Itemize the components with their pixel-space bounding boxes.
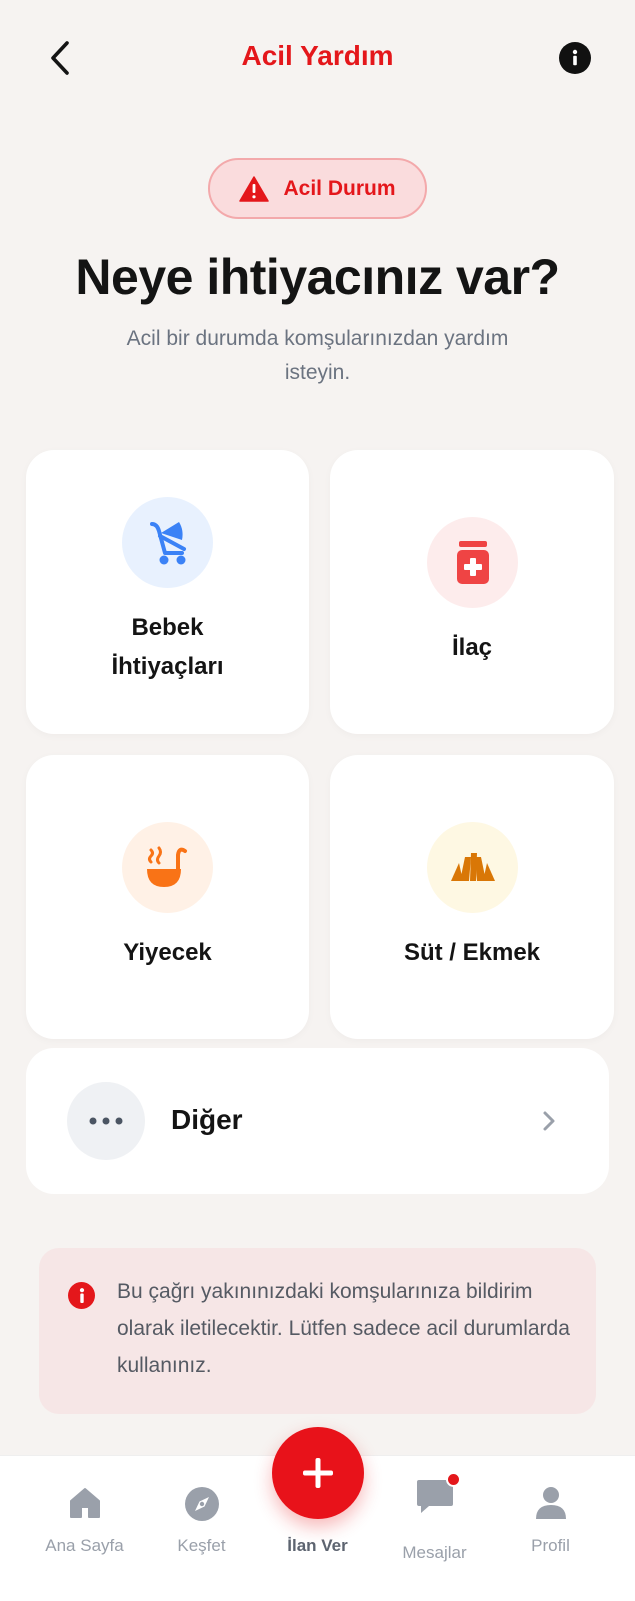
compass-icon bbox=[184, 1487, 219, 1521]
badge-label: Acil Durum bbox=[283, 176, 396, 200]
top-bar: Acil Yardım bbox=[0, 0, 635, 120]
food-icon-circle bbox=[122, 822, 213, 913]
info-button[interactable] bbox=[559, 42, 591, 74]
tab-label: Keşfet bbox=[177, 1536, 226, 1555]
notice-text: Bu çağrı yakınınızdaki komşularınıza bil… bbox=[117, 1280, 570, 1377]
bread-icon-circle bbox=[427, 822, 518, 913]
tab-label: Ana Sayfa bbox=[45, 1536, 124, 1555]
category-label: Yiyecek bbox=[123, 939, 212, 966]
tab-home[interactable]: Ana Sayfa bbox=[21, 1456, 148, 1601]
info-icon bbox=[572, 49, 578, 66]
tab-label: İlan Ver bbox=[287, 1536, 348, 1555]
plus-icon bbox=[303, 1458, 333, 1488]
other-label: Diğer bbox=[171, 1104, 243, 1135]
medicine-icon bbox=[456, 540, 489, 584]
baby-stroller-icon bbox=[149, 521, 186, 564]
post-ad-fab[interactable] bbox=[272, 1427, 364, 1519]
warning-icon bbox=[239, 175, 270, 202]
category-label: İlaç bbox=[451, 634, 493, 661]
info-icon bbox=[68, 1282, 95, 1309]
chevron-right-icon bbox=[537, 1108, 561, 1134]
medicine-icon-circle bbox=[427, 517, 518, 608]
tab-profile[interactable]: Profil bbox=[487, 1456, 614, 1601]
page-title: Acil Yardım bbox=[241, 40, 394, 71]
baby-icon-circle bbox=[122, 497, 213, 588]
category-card-milk-bread[interactable]: Süt / Ekmek bbox=[330, 755, 614, 1039]
notice-box: Bu çağrı yakınınızdaki komşularınıza bil… bbox=[39, 1248, 596, 1414]
category-label: Süt / Ekmek bbox=[403, 939, 541, 966]
tab-label: Profil bbox=[531, 1536, 570, 1555]
croissant-icon bbox=[450, 852, 495, 881]
home-icon bbox=[69, 1488, 100, 1518]
hero-subtitle: Acil bir durumda komşularınızdan yardım … bbox=[126, 327, 509, 384]
soup-ladle-icon bbox=[146, 846, 187, 887]
category-label: Bebek İhtiyaçları bbox=[111, 614, 224, 680]
category-card-food[interactable]: Yiyecek bbox=[26, 755, 309, 1039]
more-dots-icon bbox=[89, 1117, 123, 1125]
category-card-baby[interactable]: Bebek İhtiyaçları bbox=[26, 450, 309, 734]
other-icon-circle bbox=[67, 1082, 145, 1160]
user-icon bbox=[535, 1487, 566, 1519]
emergency-badge: Acil Durum bbox=[208, 158, 427, 219]
tab-messages[interactable]: Mesajlar bbox=[371, 1456, 498, 1601]
tab-label: Mesajlar bbox=[402, 1543, 467, 1562]
tab-explore[interactable]: Keşfet bbox=[138, 1456, 265, 1601]
notification-dot bbox=[445, 1472, 461, 1487]
category-card-medicine[interactable]: İlaç bbox=[330, 450, 614, 734]
category-card-other[interactable]: Diğer bbox=[26, 1048, 609, 1194]
hero-title: Neye ihtiyacınız var? bbox=[75, 249, 560, 305]
